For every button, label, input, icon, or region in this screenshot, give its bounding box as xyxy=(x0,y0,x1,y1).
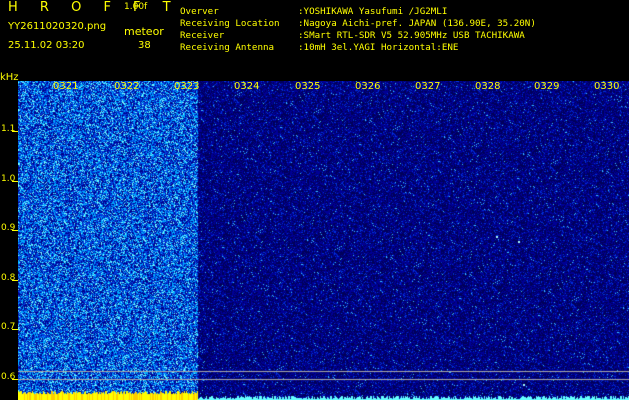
waterfall-spectrogram xyxy=(18,81,629,400)
meteor-count-value: 38 xyxy=(138,40,151,51)
x-tick-label: 0329 xyxy=(534,81,560,92)
capture-datetime: 25.11.02 03:20 xyxy=(8,40,85,51)
station-info-values: :YOSHIKAWA Yasufumi /JG2MLI :Nagoya Aich… xyxy=(298,6,536,54)
x-tick-label: 0324 xyxy=(234,81,260,92)
y-axis-unit: kHz xyxy=(0,72,19,83)
x-tick-label: 0330 xyxy=(594,81,620,92)
y-tick-label: 0.6 xyxy=(1,372,16,382)
app-title: H R O F F T xyxy=(8,0,180,15)
meteor-count-label: meteor xyxy=(124,25,164,38)
antenna-value: :10mH 3el.YAGI Horizontal:ENE xyxy=(298,42,459,53)
x-tick-label: 0323 xyxy=(174,81,200,92)
y-tick-label: 0.8 xyxy=(1,273,16,283)
y-tick-label: 1.1 xyxy=(1,124,16,134)
x-tick-label: 0325 xyxy=(295,81,321,92)
location-label: Receiving Location xyxy=(180,18,280,29)
station-info-labels: Overver Receiving Location Receiver Rece… xyxy=(180,6,280,54)
receiver-value: :SMart RTL-SDR V5 52.905MHz USB TACHIKAW… xyxy=(298,30,525,41)
x-tick-label: 0326 xyxy=(355,81,381,92)
x-tick-label: 0322 xyxy=(114,81,140,92)
observer-label: Overver xyxy=(180,6,219,17)
x-tick-label: 0327 xyxy=(415,81,441,92)
antenna-label: Receiving Antenna xyxy=(180,42,275,53)
x-tick-label: 0328 xyxy=(475,81,501,92)
y-tick-label: 1.0 xyxy=(1,174,16,184)
y-tick-label: 0.7 xyxy=(1,322,16,332)
app-version: 1.00f xyxy=(124,2,148,12)
location-value: :Nagoya Aichi-pref. JAPAN (136.90E, 35.2… xyxy=(298,18,536,29)
receiver-label: Receiver xyxy=(180,30,225,41)
x-tick-label: 0321 xyxy=(53,81,79,92)
observer-value: :YOSHIKAWA Yasufumi /JG2MLI xyxy=(298,6,448,17)
image-filename: YY2611020320.png xyxy=(8,21,107,32)
y-tick-label: 0.9 xyxy=(1,223,16,233)
waterfall-canvas xyxy=(18,81,629,400)
